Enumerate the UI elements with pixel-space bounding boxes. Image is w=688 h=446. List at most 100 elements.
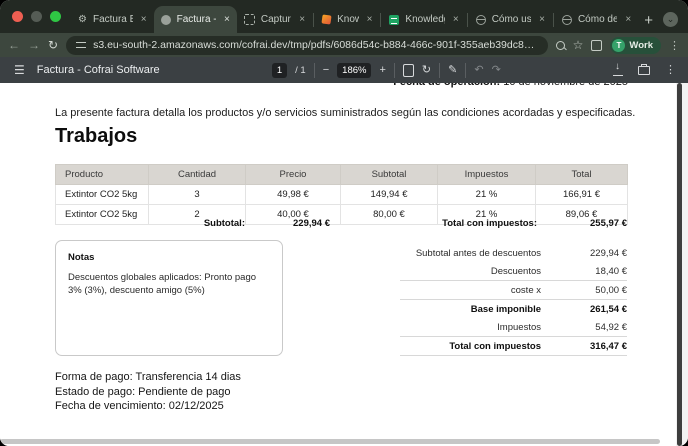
payment-status-line: Estado de pago: Pendiente de pago bbox=[55, 385, 231, 398]
site-settings-icon[interactable] bbox=[76, 41, 87, 49]
tab-factura-cofrai-active[interactable]: Factura - Cofrai Soft × bbox=[153, 6, 237, 33]
tab-knowledge[interactable]: Knowledge × bbox=[315, 6, 379, 33]
zoom-in-button[interactable]: + bbox=[379, 64, 385, 76]
annotate-pen-icon[interactable]: ✎ bbox=[448, 64, 457, 76]
close-tab-icon[interactable]: × bbox=[453, 14, 459, 25]
extensions-icon[interactable] bbox=[591, 39, 603, 51]
pdf-more-icon[interactable]: ⋮ bbox=[665, 64, 676, 76]
summary-value: 54,92 € bbox=[595, 321, 627, 333]
address-bar[interactable]: s3.eu-south-2.amazonaws.com/cofrai.dev/t… bbox=[66, 35, 548, 55]
operation-date-label: Fecha de operación: bbox=[393, 83, 500, 88]
reload-icon[interactable]: ↻ bbox=[48, 39, 58, 51]
toolbar-divider bbox=[465, 62, 467, 78]
total-with-tax-label: Total con impuestos: bbox=[442, 218, 537, 229]
summary-label: coste x bbox=[510, 284, 541, 296]
profile-chip[interactable]: T Work bbox=[610, 36, 661, 54]
tab-strip: ⚙ Factura B2025-0001 × Factura - Cofrai … bbox=[0, 0, 688, 33]
tab-title: Cómo usar varios d bbox=[491, 14, 532, 25]
vertical-scrollbar-thumb[interactable] bbox=[677, 83, 682, 446]
subtotal-label: Subtotal: bbox=[203, 218, 245, 229]
tab-capture-editor[interactable]: Capture Editor × bbox=[237, 6, 312, 33]
undo-icon[interactable]: ↶ bbox=[474, 64, 483, 76]
total-with-tax-value: 255,97 € bbox=[590, 218, 627, 229]
cell-precio: 49,98 € bbox=[245, 184, 341, 205]
zoom-magnifier-icon[interactable] bbox=[555, 40, 565, 50]
operation-date-value: 10 de noviembre de 2025 bbox=[500, 83, 628, 88]
summary-value: 229,94 € bbox=[590, 247, 627, 259]
sheets-favicon-icon bbox=[389, 14, 400, 25]
tab-como-usar-varios[interactable]: Cómo usar varios d × bbox=[469, 6, 552, 33]
knowledge-favicon-icon bbox=[321, 14, 332, 25]
close-tab-icon[interactable]: × bbox=[141, 14, 147, 25]
vertical-scrollbar-track[interactable] bbox=[676, 83, 688, 446]
col-precio: Precio bbox=[245, 164, 341, 185]
col-subtotal: Subtotal bbox=[340, 164, 438, 185]
table-row: Extintor CO2 5kg 3 49,98 € 149,94 € 21 %… bbox=[55, 184, 628, 205]
redo-icon[interactable]: ↷ bbox=[492, 64, 501, 76]
close-tab-icon[interactable]: × bbox=[224, 14, 230, 25]
summary-row-grand-total: Total con impuestos 316,47 € bbox=[400, 337, 627, 356]
rotate-icon[interactable]: ↻ bbox=[422, 64, 431, 76]
summary-label: Descuentos bbox=[490, 265, 541, 277]
toolbar-divider bbox=[439, 62, 441, 78]
browser-window: ⚙ Factura B2025-0001 × Factura - Cofrai … bbox=[0, 0, 688, 446]
forward-icon[interactable]: → bbox=[28, 39, 40, 51]
url-text[interactable]: s3.eu-south-2.amazonaws.com/cofrai.dev/t… bbox=[93, 39, 538, 51]
payment-footer: Forma de pago: Transferencia 14 dias Est… bbox=[55, 370, 241, 414]
pdf-right-actions: ⋮ bbox=[613, 61, 676, 76]
zoom-window-button[interactable] bbox=[50, 11, 61, 22]
operation-date-line: Fecha de operación: 10 de noviembre de 2… bbox=[393, 83, 628, 89]
tab-divider bbox=[552, 13, 554, 27]
tab-title: Factura B2025-0001 bbox=[92, 14, 133, 25]
pdf-page: Fecha de operación: 10 de noviembre de 2… bbox=[0, 83, 676, 446]
close-tab-icon[interactable]: × bbox=[539, 14, 545, 25]
minimize-window-button[interactable] bbox=[31, 11, 42, 22]
totals-summary: Subtotal antes de descuentos 229,94 € De… bbox=[400, 244, 627, 356]
globe-favicon-icon bbox=[561, 14, 572, 25]
close-tab-icon[interactable]: × bbox=[625, 14, 631, 25]
tab-knowledge-base[interactable]: Knowledge Base Ind × bbox=[382, 6, 465, 33]
download-icon[interactable] bbox=[613, 61, 623, 76]
tab-divider bbox=[466, 13, 468, 27]
fit-page-icon[interactable] bbox=[402, 63, 414, 77]
cell-impuestos: 21 % bbox=[437, 184, 536, 205]
subtotal-value: 229,94 € bbox=[293, 218, 330, 229]
new-tab-button[interactable]: + bbox=[638, 12, 661, 33]
page-number-input[interactable]: 1 bbox=[271, 62, 288, 78]
nav-toolbar: ← → ↻ s3.eu-south-2.amazonaws.com/cofrai… bbox=[0, 33, 688, 57]
summary-value: 316,47 € bbox=[590, 340, 627, 352]
cell-subtotal: 149,94 € bbox=[340, 184, 438, 205]
tab-factura-b2025[interactable]: ⚙ Factura B2025-0001 × bbox=[71, 6, 154, 33]
summary-label: Impuestos bbox=[497, 321, 541, 333]
tab-search-button[interactable]: ⌄ bbox=[663, 12, 678, 27]
bookmark-star-icon[interactable]: ☆ bbox=[573, 39, 584, 51]
print-icon[interactable] bbox=[638, 63, 650, 75]
tab-title: Knowledge bbox=[337, 14, 359, 25]
notes-body: Descuentos globales aplicados: Pronto pa… bbox=[68, 272, 257, 296]
back-icon[interactable]: ← bbox=[8, 39, 20, 51]
close-window-button[interactable] bbox=[12, 11, 23, 22]
due-date-line: Fecha de vencimiento: 02/12/2025 bbox=[55, 400, 224, 412]
summary-row: Descuentos 18,40 € bbox=[400, 262, 627, 281]
pdf-favicon-icon bbox=[160, 14, 171, 25]
zoom-level-input[interactable]: 186% bbox=[337, 62, 372, 78]
close-tab-icon[interactable]: × bbox=[367, 14, 373, 25]
cell-producto: Extintor CO2 5kg bbox=[55, 184, 149, 205]
summary-row: coste x 50,00 € bbox=[400, 281, 627, 300]
tab-title: Factura - Cofrai Soft bbox=[176, 14, 216, 25]
browser-menu-icon[interactable]: ⋮ bbox=[669, 39, 680, 52]
pdf-menu-icon[interactable]: ☰ bbox=[14, 63, 25, 77]
close-tab-icon[interactable]: × bbox=[299, 14, 305, 25]
items-header-row: Producto Cantidad Precio Subtotal Impues… bbox=[55, 164, 628, 185]
globe-favicon-icon bbox=[475, 14, 486, 25]
cell-total: 166,91 € bbox=[535, 184, 628, 205]
tabs: ⚙ Factura B2025-0001 × Factura - Cofrai … bbox=[71, 0, 661, 33]
notes-box: Notas Descuentos globales aplicados: Pro… bbox=[55, 240, 283, 356]
horizontal-scrollbar[interactable] bbox=[0, 439, 660, 444]
summary-label: Subtotal antes de descuentos bbox=[415, 247, 541, 259]
payment-method-line: Forma de pago: Transferencia 14 dias bbox=[55, 371, 241, 383]
summary-row-base-imponible: Base imponible 261,54 € bbox=[400, 300, 627, 318]
zoom-out-button[interactable]: − bbox=[323, 64, 329, 76]
window-controls bbox=[0, 0, 71, 33]
tab-como-definir-descuentos[interactable]: Cómo definir descu × bbox=[555, 6, 638, 33]
